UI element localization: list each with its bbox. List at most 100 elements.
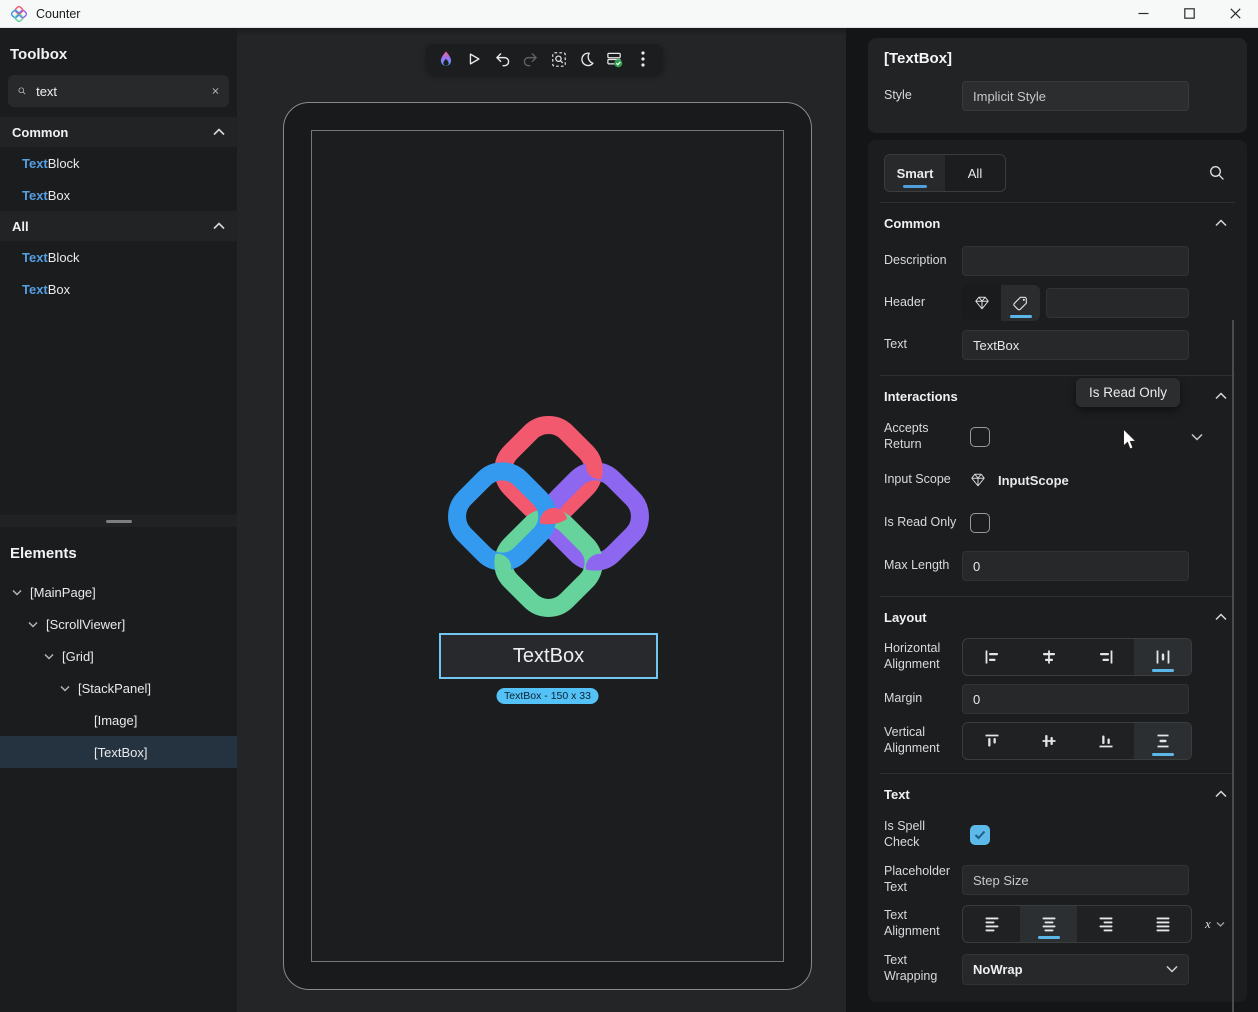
text-align-right-button[interactable] <box>1077 906 1134 942</box>
close-icon <box>1230 8 1241 19</box>
properties-search-icon[interactable] <box>1209 165 1225 181</box>
input-scope-value[interactable]: InputScope <box>998 473 1069 488</box>
toolbox-search-input[interactable] <box>36 84 212 99</box>
h-align-right-button[interactable] <box>1077 639 1134 675</box>
align-top-icon <box>983 732 1001 750</box>
max-length-input[interactable]: 0 <box>962 551 1189 581</box>
text-align-left-button[interactable] <box>963 906 1020 942</box>
rest-text: Box <box>48 282 70 297</box>
vertical-alignment-group <box>962 722 1192 760</box>
placeholder-text-label: Placeholder Text <box>884 864 962 895</box>
tree-item-label: [StackPanel] <box>78 681 151 696</box>
v-align-bottom-button[interactable] <box>1077 723 1134 759</box>
tab-all[interactable]: All <box>945 155 1005 191</box>
gem-binding-icon <box>974 295 990 311</box>
clear-search-icon[interactable] <box>212 85 219 97</box>
text-input[interactable]: TextBox <box>962 330 1189 360</box>
section-text[interactable]: Text <box>884 776 1231 812</box>
v-align-top-button[interactable] <box>963 723 1020 759</box>
text-wrapping-dropdown[interactable]: NoWrap <box>962 954 1189 985</box>
design-canvas[interactable]: TextBox TextBox - 150 x 33 <box>237 28 846 1012</box>
match-text: Text <box>22 188 48 203</box>
tree-item-scrollviewer[interactable]: [ScrollViewer] <box>0 608 237 640</box>
is-read-only-row: Is Read Only <box>884 500 1231 546</box>
toolbox-section-all[interactable]: All <box>0 211 237 241</box>
toolbox-item-textbox-all[interactable]: TextBox <box>0 273 237 305</box>
hot-design-flame-button[interactable] <box>434 47 458 71</box>
chevron-down-icon[interactable] <box>12 589 22 596</box>
match-text: Text <box>22 282 48 297</box>
section-common[interactable]: Common <box>884 205 1231 241</box>
toolbox-section-common[interactable]: Common <box>0 117 237 147</box>
divider <box>880 596 1235 597</box>
tree-item-mainpage[interactable]: [MainPage] <box>0 576 237 608</box>
selected-element-title: [TextBox] <box>884 50 1231 67</box>
chevron-up-icon[interactable] <box>1215 219 1227 227</box>
description-input[interactable] <box>962 246 1189 276</box>
align-right-icon <box>1097 648 1115 666</box>
style-input[interactable]: Implicit Style <box>962 81 1189 111</box>
is-spell-check-checkbox[interactable] <box>970 825 990 845</box>
theme-toggle-button[interactable] <box>575 47 599 71</box>
app-logo-image[interactable] <box>437 405 660 628</box>
chevron-down-icon[interactable] <box>60 685 70 692</box>
text-align-center-button[interactable] <box>1020 906 1077 942</box>
scrollbar-thumb[interactable] <box>1232 320 1234 1012</box>
tree-item-image[interactable]: [Image] <box>0 704 237 736</box>
sidebar-splitter[interactable] <box>0 515 237 527</box>
tree-item-label: [ScrollViewer] <box>46 617 125 632</box>
h-align-left-button[interactable] <box>963 639 1020 675</box>
toolbox-item-textblock-all[interactable]: TextBlock <box>0 241 237 273</box>
h-align-center-button[interactable] <box>1020 639 1077 675</box>
header-label: Header <box>884 295 962 311</box>
tree-item-stackpanel[interactable]: [StackPanel] <box>0 672 237 704</box>
is-read-only-checkbox[interactable] <box>970 513 990 533</box>
text-align-justify-button[interactable] <box>1134 906 1191 942</box>
v-align-center-button[interactable] <box>1020 723 1077 759</box>
header-binding-toggle[interactable] <box>962 285 1001 321</box>
align-stretch-vertical-icon <box>1154 732 1172 750</box>
toolbox-panel: Toolbox Common TextBlock TextBox All <box>0 28 237 515</box>
header-mode-toggle <box>962 285 1040 321</box>
canvas-textbox-element[interactable]: TextBox <box>439 633 658 679</box>
tree-item-textbox-selected[interactable]: [TextBox] <box>0 736 237 768</box>
element-picker-button[interactable] <box>547 47 571 71</box>
section-layout[interactable]: Layout <box>884 599 1231 635</box>
v-align-stretch-button[interactable] <box>1134 723 1191 759</box>
placeholder-text-input[interactable]: Step Size <box>962 865 1189 895</box>
chevron-up-icon[interactable] <box>1215 613 1227 621</box>
align-stretch-horizontal-icon <box>1154 648 1172 666</box>
toolbox-item-textblock[interactable]: TextBlock <box>0 147 237 179</box>
gem-binding-icon[interactable] <box>970 472 986 488</box>
undo-button[interactable] <box>490 47 514 71</box>
toolbox-item-textbox[interactable]: TextBox <box>0 179 237 211</box>
max-length-row: Max Length 0 <box>884 546 1231 586</box>
header-literal-toggle[interactable] <box>1001 285 1040 321</box>
margin-input[interactable]: 0 <box>962 684 1189 714</box>
accepts-return-checkbox[interactable] <box>970 427 990 447</box>
chevron-up-icon[interactable] <box>1215 392 1227 400</box>
text-row: Text TextBox <box>884 325 1231 365</box>
maximize-button[interactable] <box>1166 0 1212 27</box>
is-spell-check-label: Is Spell Check <box>884 819 962 850</box>
text-alignment-group <box>962 905 1192 943</box>
toolbox-search[interactable] <box>8 75 229 107</box>
minimize-button[interactable] <box>1120 0 1166 27</box>
chevron-down-icon[interactable] <box>44 653 54 660</box>
chevron-up-icon[interactable] <box>1215 790 1227 798</box>
x-bind-selector[interactable]: x <box>1204 916 1230 932</box>
close-button[interactable] <box>1212 0 1258 27</box>
expand-more-chevron-icon[interactable] <box>1191 433 1203 441</box>
tab-smart[interactable]: Smart <box>885 155 945 191</box>
divider <box>880 375 1235 376</box>
h-align-stretch-button[interactable] <box>1134 639 1191 675</box>
server-status-button[interactable] <box>603 47 627 71</box>
more-menu-button[interactable] <box>631 47 655 71</box>
chevron-down-icon[interactable] <box>28 621 38 628</box>
play-button[interactable] <box>462 47 486 71</box>
device-screen[interactable]: TextBox TextBox - 150 x 33 <box>311 130 784 962</box>
tree-item-grid[interactable]: [Grid] <box>0 640 237 672</box>
redo-button[interactable] <box>518 47 542 71</box>
header-input[interactable] <box>1046 288 1189 318</box>
margin-row: Margin 0 <box>884 679 1231 719</box>
